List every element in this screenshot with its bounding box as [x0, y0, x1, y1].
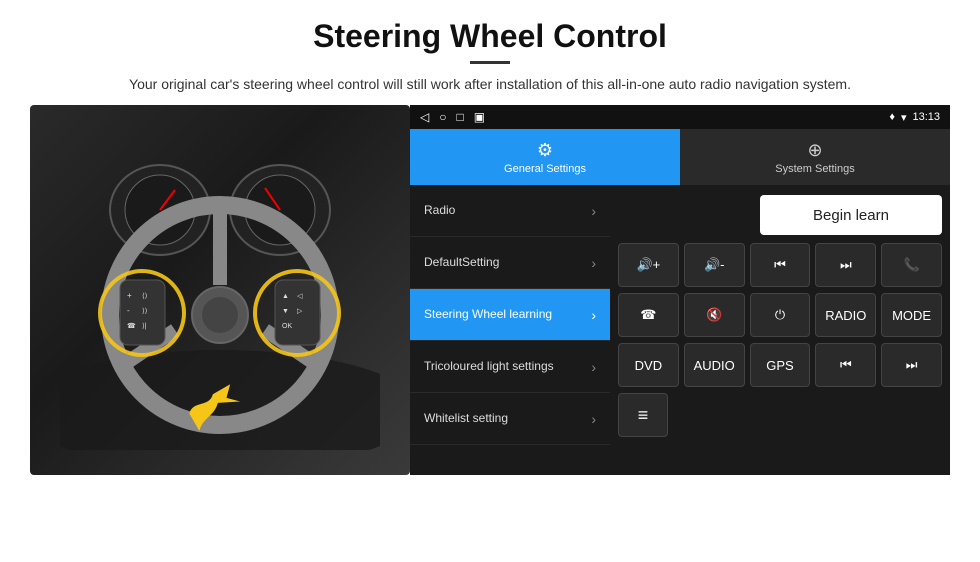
android-panel: ◁ ○ □ ▣ ♦ ▾ 13:13 ⚙ General Settings ⊕ S…	[410, 105, 950, 475]
svg-text:⟩⟩: ⟩⟩	[142, 307, 148, 315]
volume-down-button[interactable]: 🔊-	[684, 243, 745, 287]
svg-text:◁: ◁	[297, 293, 303, 300]
mute-icon: 🔇	[706, 307, 722, 323]
control-row-3: DVD AUDIO GPS ⏮ ⏭	[618, 343, 942, 387]
menu-panel: Radio › DefaultSetting › Steering Wheel …	[410, 185, 610, 475]
prev-track-button[interactable]: ⏮	[750, 243, 811, 287]
menu-item-radio-label: Radio	[424, 203, 591, 219]
tab-system-label: System Settings	[775, 163, 854, 175]
menu-item-steering-label: Steering Wheel learning	[424, 307, 591, 323]
mute-button[interactable]: 🔇	[684, 293, 745, 337]
control-row-1: 🔊+ 🔊- ⏮ ⏭ 📞	[618, 243, 942, 287]
call-icon: ☎	[640, 307, 656, 323]
seek-next-icon: ⏭	[906, 357, 918, 373]
title-divider	[470, 61, 510, 64]
next-track-icon: ⏭	[840, 257, 852, 273]
dvd-button[interactable]: DVD	[618, 343, 679, 387]
prev-track-icon: ⏮	[774, 257, 786, 273]
content-area: Radio › DefaultSetting › Steering Wheel …	[410, 185, 950, 475]
audio-button[interactable]: AUDIO	[684, 343, 745, 387]
dvd-label: DVD	[635, 358, 662, 373]
chevron-right-icon: ›	[591, 203, 596, 219]
chevron-right-icon: ›	[591, 359, 596, 375]
menu-item-whitelist-label: Whitelist setting	[424, 411, 591, 427]
svg-text:⟩|: ⟩|	[142, 322, 147, 330]
steering-wheel-panel: + - ☎ ⟨⟩ ⟩⟩ ⟩| ▲ ▼ ◁ ▷ OK	[30, 105, 410, 475]
system-settings-icon: ⊕	[807, 140, 822, 161]
audio-label: AUDIO	[694, 358, 735, 373]
location-icon: ♦	[889, 111, 895, 123]
controls-panel: Begin learn 🔊+ 🔊- ⏮ ⏭	[610, 185, 950, 475]
radio-label: RADIO	[825, 308, 866, 323]
svg-text:OK: OK	[282, 323, 292, 330]
page-subtitle: Your original car's steering wheel contr…	[60, 74, 920, 95]
radio-button[interactable]: RADIO	[815, 293, 876, 337]
back-icon[interactable]: ◁	[420, 110, 429, 124]
tab-system[interactable]: ⊕ System Settings	[680, 129, 950, 185]
list-icon-button[interactable]: ≡	[618, 393, 668, 437]
screenshot-icon[interactable]: ▣	[474, 110, 485, 124]
power-icon: ⏻	[775, 307, 785, 323]
control-row-2: ☎ 🔇 ⏻ RADIO MODE	[618, 293, 942, 337]
seek-next-button[interactable]: ⏭	[881, 343, 942, 387]
svg-text:▲: ▲	[282, 293, 289, 300]
volume-up-button[interactable]: 🔊+	[618, 243, 679, 287]
gps-button[interactable]: GPS	[750, 343, 811, 387]
seek-prev-button[interactable]: ⏮	[815, 343, 876, 387]
svg-text:-: -	[127, 306, 130, 315]
call-button[interactable]: ☎	[618, 293, 679, 337]
recents-icon[interactable]: □	[456, 110, 463, 124]
menu-item-default-setting[interactable]: DefaultSetting ›	[410, 237, 610, 289]
menu-item-default-label: DefaultSetting	[424, 255, 591, 271]
settings-tabs: ⚙ General Settings ⊕ System Settings	[410, 129, 950, 185]
wifi-icon: ▾	[901, 111, 907, 124]
svg-text:▼: ▼	[282, 308, 289, 315]
clock: 13:13	[912, 111, 940, 123]
tab-general[interactable]: ⚙ General Settings	[410, 129, 680, 185]
phone-icon: 📞	[903, 257, 919, 273]
last-row: ≡	[618, 393, 942, 437]
chevron-right-icon: ›	[591, 307, 596, 323]
steering-wheel-image: + - ☎ ⟨⟩ ⟩⟩ ⟩| ▲ ▼ ◁ ▷ OK	[60, 130, 380, 450]
seek-prev-icon: ⏮	[840, 357, 852, 373]
page-title: Steering Wheel Control	[60, 18, 920, 55]
power-button[interactable]: ⏻	[750, 293, 811, 337]
next-track-button[interactable]: ⏭	[815, 243, 876, 287]
menu-item-tricoloured-label: Tricoloured light settings	[424, 359, 591, 375]
home-icon[interactable]: ○	[439, 110, 446, 124]
nav-icons: ◁ ○ □ ▣	[420, 110, 485, 124]
list-icon: ≡	[638, 405, 649, 426]
main-content: + - ☎ ⟨⟩ ⟩⟩ ⟩| ▲ ▼ ◁ ▷ OK	[30, 105, 950, 475]
tab-general-label: General Settings	[504, 163, 586, 175]
steering-wheel-bg: + - ☎ ⟨⟩ ⟩⟩ ⟩| ▲ ▼ ◁ ▷ OK	[30, 105, 410, 475]
menu-item-radio[interactable]: Radio ›	[410, 185, 610, 237]
menu-item-whitelist[interactable]: Whitelist setting ›	[410, 393, 610, 445]
phone-button[interactable]: 📞	[881, 243, 942, 287]
volume-down-icon: 🔊-	[704, 257, 725, 273]
svg-text:☎: ☎	[127, 322, 136, 330]
gps-label: GPS	[766, 358, 793, 373]
general-settings-icon: ⚙	[537, 140, 553, 161]
page-header: Steering Wheel Control Your original car…	[0, 0, 980, 105]
volume-up-icon: 🔊+	[637, 257, 661, 273]
status-bar: ◁ ○ □ ▣ ♦ ▾ 13:13	[410, 105, 950, 129]
svg-text:+: +	[127, 291, 132, 300]
begin-learn-button[interactable]: Begin learn	[760, 195, 942, 235]
chevron-right-icon: ›	[591, 255, 596, 271]
svg-text:⟨⟩: ⟨⟩	[142, 292, 148, 300]
chevron-right-icon: ›	[591, 411, 596, 427]
begin-learn-row: Begin learn	[618, 193, 942, 237]
mode-button[interactable]: MODE	[881, 293, 942, 337]
menu-item-tricoloured[interactable]: Tricoloured light settings ›	[410, 341, 610, 393]
status-right: ♦ ▾ 13:13	[889, 111, 940, 124]
menu-item-steering-wheel[interactable]: Steering Wheel learning ›	[410, 289, 610, 341]
svg-text:▷: ▷	[297, 308, 303, 315]
mode-label: MODE	[892, 308, 931, 323]
